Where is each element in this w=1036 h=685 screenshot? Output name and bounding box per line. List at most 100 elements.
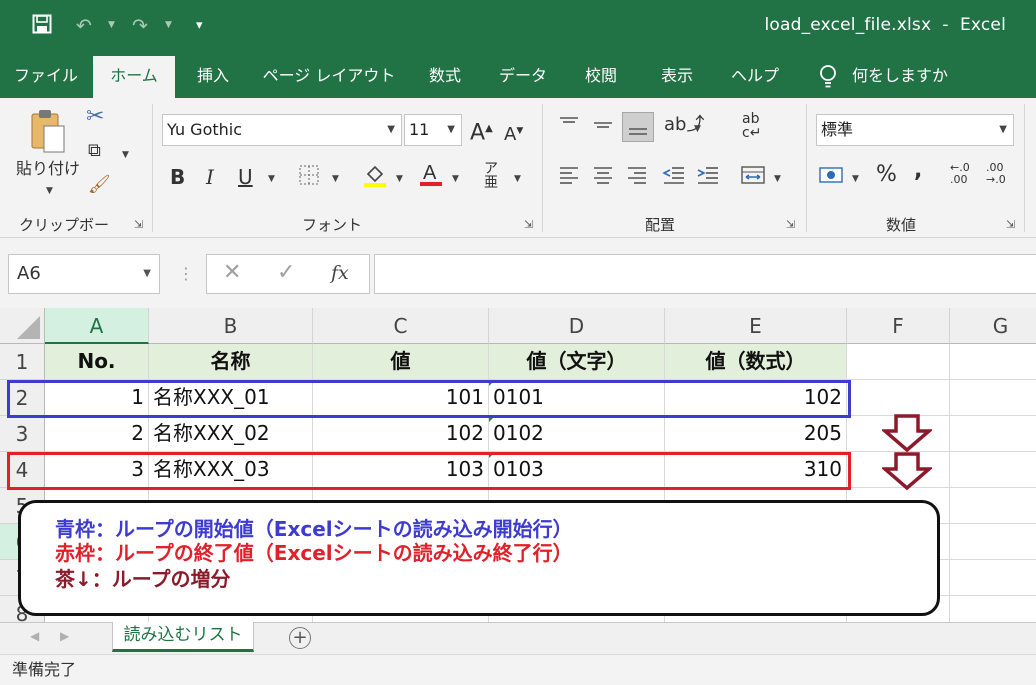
- cell-a3[interactable]: 2: [45, 416, 149, 452]
- column-header-b[interactable]: B: [149, 308, 313, 344]
- redo-dropdown-icon[interactable]: ▼: [165, 20, 172, 30]
- align-left-icon[interactable]: [558, 164, 580, 192]
- clipboard-launcher-icon[interactable]: ⇲: [134, 218, 143, 231]
- merge-center-icon[interactable]: [740, 164, 766, 192]
- cell-g6[interactable]: [950, 524, 1036, 560]
- cell-g3[interactable]: [950, 416, 1036, 452]
- cell-e1[interactable]: 値（数式）: [665, 344, 847, 380]
- decrease-font-icon[interactable]: A▼: [504, 120, 523, 146]
- align-center-icon[interactable]: [592, 164, 614, 192]
- cell-g8[interactable]: [950, 596, 1036, 622]
- column-header-f[interactable]: F: [847, 308, 950, 344]
- top-align-icon[interactable]: [558, 114, 580, 142]
- bold-icon[interactable]: B: [170, 166, 185, 188]
- column-header-d[interactable]: D: [489, 308, 665, 344]
- sheet-tab-active[interactable]: 読み込むリスト: [112, 622, 254, 652]
- column-header-c[interactable]: C: [313, 308, 489, 344]
- number-launcher-icon[interactable]: ⇲: [1006, 218, 1015, 231]
- enter-icon[interactable]: ✓: [277, 260, 295, 285]
- column-header-g[interactable]: G: [950, 308, 1036, 344]
- accounting-format-icon[interactable]: [818, 164, 846, 192]
- next-sheet-icon[interactable]: ▶: [60, 629, 69, 643]
- cell-g7[interactable]: [950, 560, 1036, 596]
- tab-file[interactable]: ファイル: [6, 56, 86, 98]
- tab-formulas[interactable]: 数式: [414, 56, 476, 98]
- increase-indent-icon[interactable]: [696, 164, 720, 192]
- column-header-a[interactable]: A: [45, 308, 149, 344]
- select-all-corner[interactable]: [0, 308, 45, 344]
- decrease-indent-icon[interactable]: [662, 164, 686, 192]
- cell-b1[interactable]: 名称: [149, 344, 313, 380]
- row-header-1[interactable]: 1: [0, 344, 45, 380]
- italic-icon[interactable]: I: [206, 166, 214, 188]
- cell-d1[interactable]: 値（文字）: [489, 344, 665, 380]
- tab-data[interactable]: データ: [490, 56, 556, 98]
- cell-b3[interactable]: 名称XXX_02: [149, 416, 313, 452]
- cell-f1[interactable]: [847, 344, 950, 380]
- increase-font-icon[interactable]: A▲: [470, 118, 493, 144]
- cell-d3[interactable]: 0102: [489, 416, 665, 452]
- cut-icon[interactable]: ✂: [86, 106, 104, 128]
- tab-home[interactable]: ホーム: [93, 56, 175, 98]
- borders-dropdown-icon[interactable]: ▼: [332, 174, 339, 184]
- cell-g1[interactable]: [950, 344, 1036, 380]
- merge-dropdown-icon[interactable]: ▼: [774, 174, 781, 184]
- increase-decimal-icon[interactable]: ←.0.00: [950, 162, 970, 186]
- formula-input[interactable]: [374, 254, 1036, 294]
- bottom-align-icon[interactable]: [622, 112, 654, 142]
- phonetic-dropdown-icon[interactable]: ▼: [514, 174, 521, 184]
- underline-dropdown-icon[interactable]: ▼: [268, 174, 275, 184]
- column-header-e[interactable]: E: [665, 308, 847, 344]
- cancel-icon[interactable]: ✕: [223, 260, 241, 285]
- align-right-icon[interactable]: [626, 164, 648, 192]
- cell-e3[interactable]: 205: [665, 416, 847, 452]
- cell-g4[interactable]: [950, 452, 1036, 488]
- tab-help[interactable]: ヘルプ: [722, 56, 788, 98]
- insert-function-icon[interactable]: fx: [331, 262, 349, 284]
- percent-icon[interactable]: %: [876, 164, 897, 186]
- add-sheet-icon[interactable]: +: [289, 627, 311, 649]
- middle-align-icon[interactable]: [592, 114, 614, 142]
- underline-icon[interactable]: U: [238, 166, 253, 188]
- borders-icon[interactable]: [298, 164, 320, 192]
- tell-me-search[interactable]: 何をしますか: [852, 56, 962, 98]
- format-painter-icon[interactable]: 🖌: [88, 174, 111, 196]
- undo-icon[interactable]: ↶: [76, 14, 92, 38]
- cell-g2[interactable]: [950, 380, 1036, 416]
- prev-sheet-icon[interactable]: ◀: [30, 629, 39, 643]
- customize-qat-icon[interactable]: ▾: [196, 14, 203, 38]
- fill-color-icon[interactable]: [362, 162, 388, 194]
- name-box[interactable]: A6 ▼: [8, 254, 160, 294]
- wrap-text-icon[interactable]: ab c↵: [742, 112, 761, 140]
- font-color-dropdown-icon[interactable]: ▼: [452, 174, 459, 184]
- save-icon[interactable]: [32, 14, 52, 40]
- orientation-dropdown-icon[interactable]: ▼: [694, 124, 701, 134]
- alignment-launcher-icon[interactable]: ⇲: [786, 218, 795, 231]
- paste-icon[interactable]: [28, 108, 68, 162]
- tab-page-layout[interactable]: ページ レイアウト: [258, 56, 400, 98]
- decrease-decimal-icon[interactable]: .00 →.0: [986, 162, 1006, 186]
- drag-handle-icon[interactable]: ⋮: [178, 264, 194, 283]
- cell-f2[interactable]: [847, 380, 950, 416]
- lightbulb-icon[interactable]: [818, 64, 838, 90]
- accounting-dropdown-icon[interactable]: ▼: [852, 174, 859, 184]
- paste-dropdown-icon[interactable]: ▼: [46, 186, 53, 196]
- number-format-combo[interactable]: 標準 ▼: [816, 114, 1014, 146]
- font-launcher-icon[interactable]: ⇲: [524, 218, 533, 231]
- tab-review[interactable]: 校閲: [570, 56, 632, 98]
- phonetic-icon[interactable]: ア亜: [484, 162, 498, 190]
- font-color-icon[interactable]: A: [418, 160, 444, 194]
- row-header-3[interactable]: 3: [0, 416, 45, 452]
- cell-a1[interactable]: No.: [45, 344, 149, 380]
- redo-icon[interactable]: ↷: [132, 14, 148, 38]
- tab-view[interactable]: 表示: [646, 56, 708, 98]
- copy-icon[interactable]: ⧉: [88, 140, 101, 162]
- cell-c3[interactable]: 102: [313, 416, 489, 452]
- cell-c1[interactable]: 値: [313, 344, 489, 380]
- undo-dropdown-icon[interactable]: ▼: [108, 20, 115, 30]
- fill-color-dropdown-icon[interactable]: ▼: [396, 174, 403, 184]
- comma-style-icon[interactable]: ,: [914, 160, 922, 182]
- copy-dropdown-icon[interactable]: ▼: [122, 150, 129, 160]
- paste-button[interactable]: 貼り付け: [16, 158, 80, 180]
- font-size-combo[interactable]: 11 ▼: [404, 114, 462, 146]
